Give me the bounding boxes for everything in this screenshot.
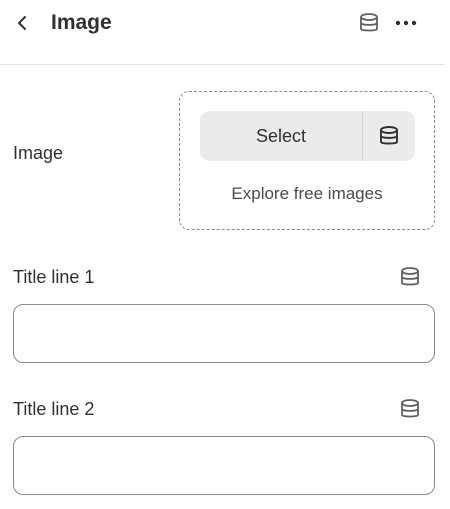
title-line-2-label: Title line 2 bbox=[13, 399, 95, 419]
title-line-2-dynamic-source-button[interactable] bbox=[398, 397, 422, 421]
more-horizontal-icon bbox=[395, 20, 417, 26]
select-image-button[interactable]: Select bbox=[200, 111, 363, 161]
database-icon bbox=[401, 267, 419, 286]
more-actions-button[interactable] bbox=[393, 11, 419, 35]
back-button[interactable] bbox=[10, 11, 34, 35]
database-icon bbox=[380, 126, 398, 145]
image-field-label: Image bbox=[13, 143, 64, 163]
chevron-left-icon bbox=[18, 16, 26, 30]
title-line-1-label: Title line 1 bbox=[13, 267, 95, 287]
image-picker: Select Explore free images bbox=[179, 91, 435, 230]
panel-header: Image bbox=[0, 0, 445, 65]
page-title: Image bbox=[51, 11, 112, 34]
database-icon bbox=[360, 13, 378, 32]
database-icon bbox=[401, 399, 419, 418]
title-line-1-dynamic-source-button[interactable] bbox=[398, 265, 422, 289]
select-button-group: Select bbox=[200, 111, 415, 161]
title-line-2-input[interactable] bbox=[13, 436, 435, 495]
connect-dynamic-source-button[interactable] bbox=[357, 11, 381, 35]
explore-free-images-link[interactable]: Explore free images bbox=[180, 184, 434, 204]
title-line-1-input[interactable] bbox=[13, 304, 435, 363]
image-dynamic-source-button[interactable] bbox=[363, 111, 415, 161]
